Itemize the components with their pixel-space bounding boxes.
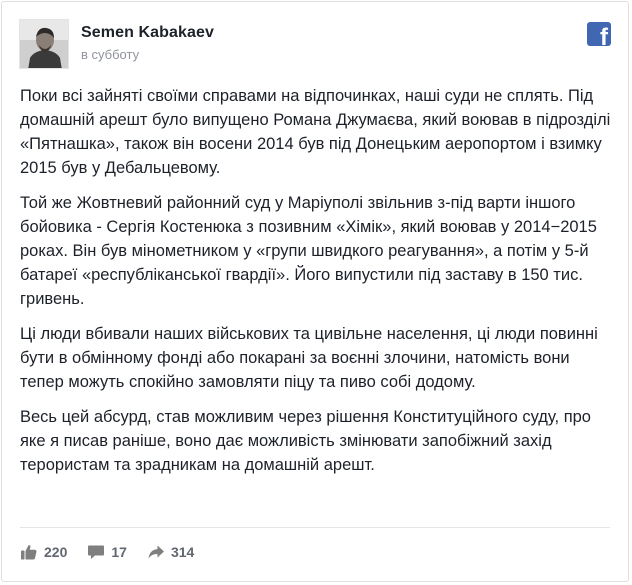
author-name[interactable]: Semen Kabakaev (81, 24, 214, 42)
share-arrow-icon (148, 545, 164, 559)
post-date[interactable]: в субботу (81, 47, 139, 62)
author-avatar[interactable] (19, 19, 69, 69)
post-card: Semen Kabakaev в субботу f Поки всі зайн… (1, 1, 629, 582)
post-header: Semen Kabakaev в субботу f (19, 19, 611, 71)
post-paragraph: Весь цей абсурд, став можливим через ріш… (20, 408, 591, 474)
avatar-photo (20, 20, 68, 68)
comments-stat[interactable]: 17 (87, 543, 127, 561)
likes-stat[interactable]: 220 (20, 543, 67, 561)
likes-count: 220 (44, 544, 68, 560)
post-paragraph: Той же Жовтневий районний суд у Маріупол… (20, 194, 597, 308)
facebook-icon[interactable]: f (587, 22, 611, 46)
post-body: Поки всі зайняті своїми справами на відп… (20, 84, 614, 488)
comment-icon (88, 545, 105, 559)
shares-stat[interactable]: 314 (147, 543, 194, 561)
post-stats: 220 17 314 (20, 540, 214, 564)
footer-divider (20, 527, 610, 528)
shares-count: 314 (170, 544, 195, 560)
post-paragraph: Поки всі зайняті своїми справами на відп… (20, 87, 611, 177)
thumbs-up-icon (21, 545, 37, 560)
comments-count: 17 (111, 544, 127, 560)
post-paragraph: Ці люди вбивали наших військових та циві… (20, 325, 598, 391)
